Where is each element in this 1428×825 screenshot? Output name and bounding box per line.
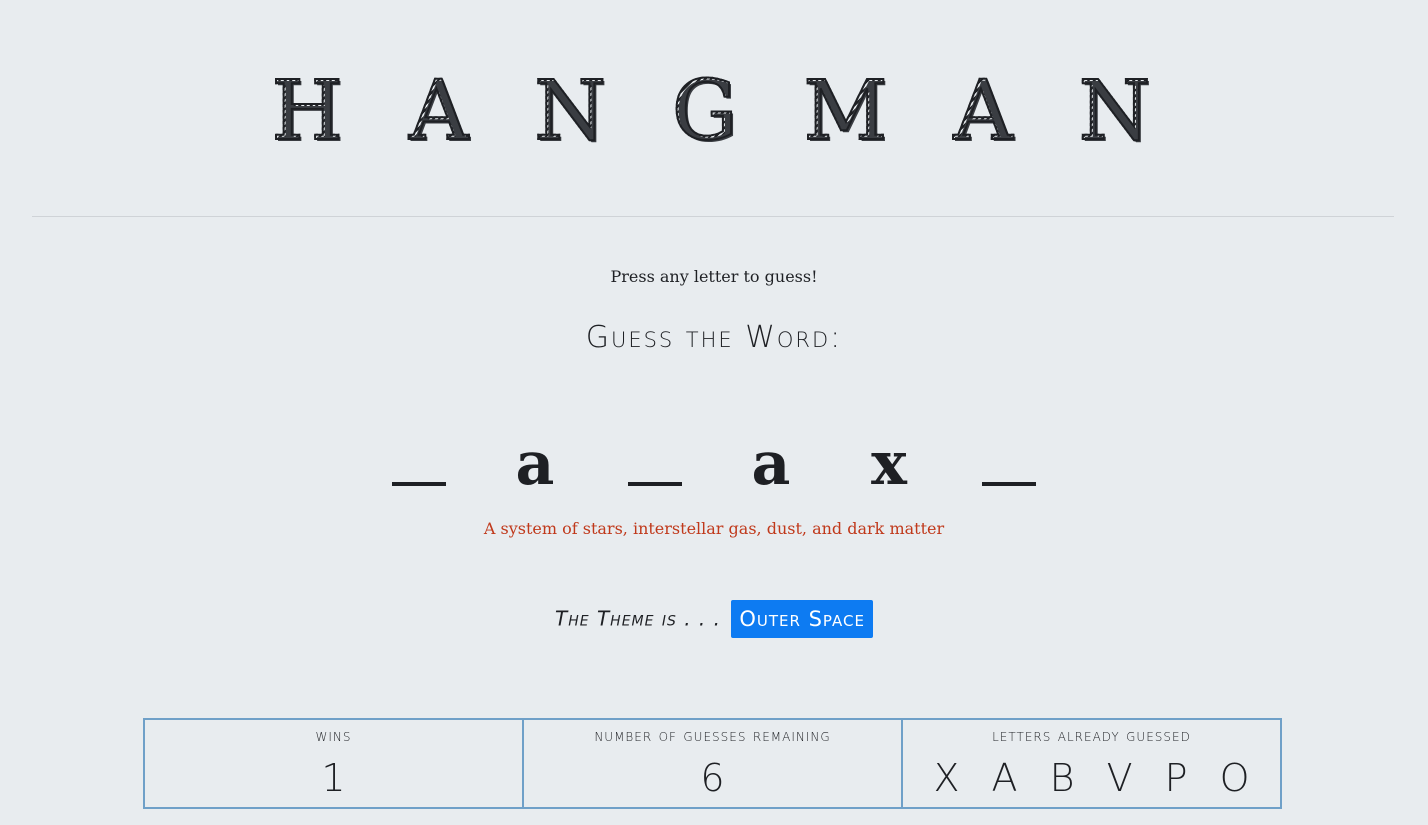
letters-guessed-label: LETTERS ALREADY GUESSED <box>992 726 1191 746</box>
word-blank-slot <box>980 432 1038 496</box>
blank-underscore <box>982 482 1036 486</box>
theme-row: The Theme is . . . Outer Space <box>0 598 1428 638</box>
wins-label: WINS <box>315 726 352 746</box>
letters-guessed-value: X A B V P O <box>933 756 1260 800</box>
word-display: aax <box>0 432 1428 496</box>
guesses-remaining-stat: NUMBER OF GUESSES REMAINING 6 <box>524 720 903 807</box>
word-hint: A system of stars, interstellar gas, dus… <box>483 519 945 538</box>
letters-guessed-stat: LETTERS ALREADY GUESSED X A B V P O <box>903 720 1280 807</box>
page-title-text: HANGMAN <box>271 63 1217 160</box>
wins-stat: WINS 1 <box>145 720 524 807</box>
word-letter-slot: x <box>871 429 911 499</box>
guesses-remaining-label: NUMBER OF GUESSES REMAINING <box>594 726 831 746</box>
guesses-remaining-value: 6 <box>700 756 725 800</box>
guess-heading: Guess the Word: <box>585 320 843 355</box>
blank-underscore <box>392 482 446 486</box>
instruction-text: Press any letter to guess! <box>610 267 818 286</box>
word-letter-slot: a <box>751 429 795 499</box>
blank-underscore <box>628 482 682 486</box>
wins-value: 1 <box>321 756 346 800</box>
hangman-page: HANGMAN Press any letter to guess! Guess… <box>0 0 1428 825</box>
page-title: HANGMAN <box>0 62 1428 162</box>
word-blank-slot <box>390 432 448 496</box>
word-letter-slot: a <box>515 429 559 499</box>
theme-label: The Theme is . . . <box>555 606 721 631</box>
header-divider <box>32 216 1394 217</box>
word-blank-slot <box>626 432 684 496</box>
stats-panel: WINS 1 NUMBER OF GUESSES REMAINING 6 LET… <box>143 718 1282 809</box>
theme-badge: Outer Space <box>731 599 873 638</box>
